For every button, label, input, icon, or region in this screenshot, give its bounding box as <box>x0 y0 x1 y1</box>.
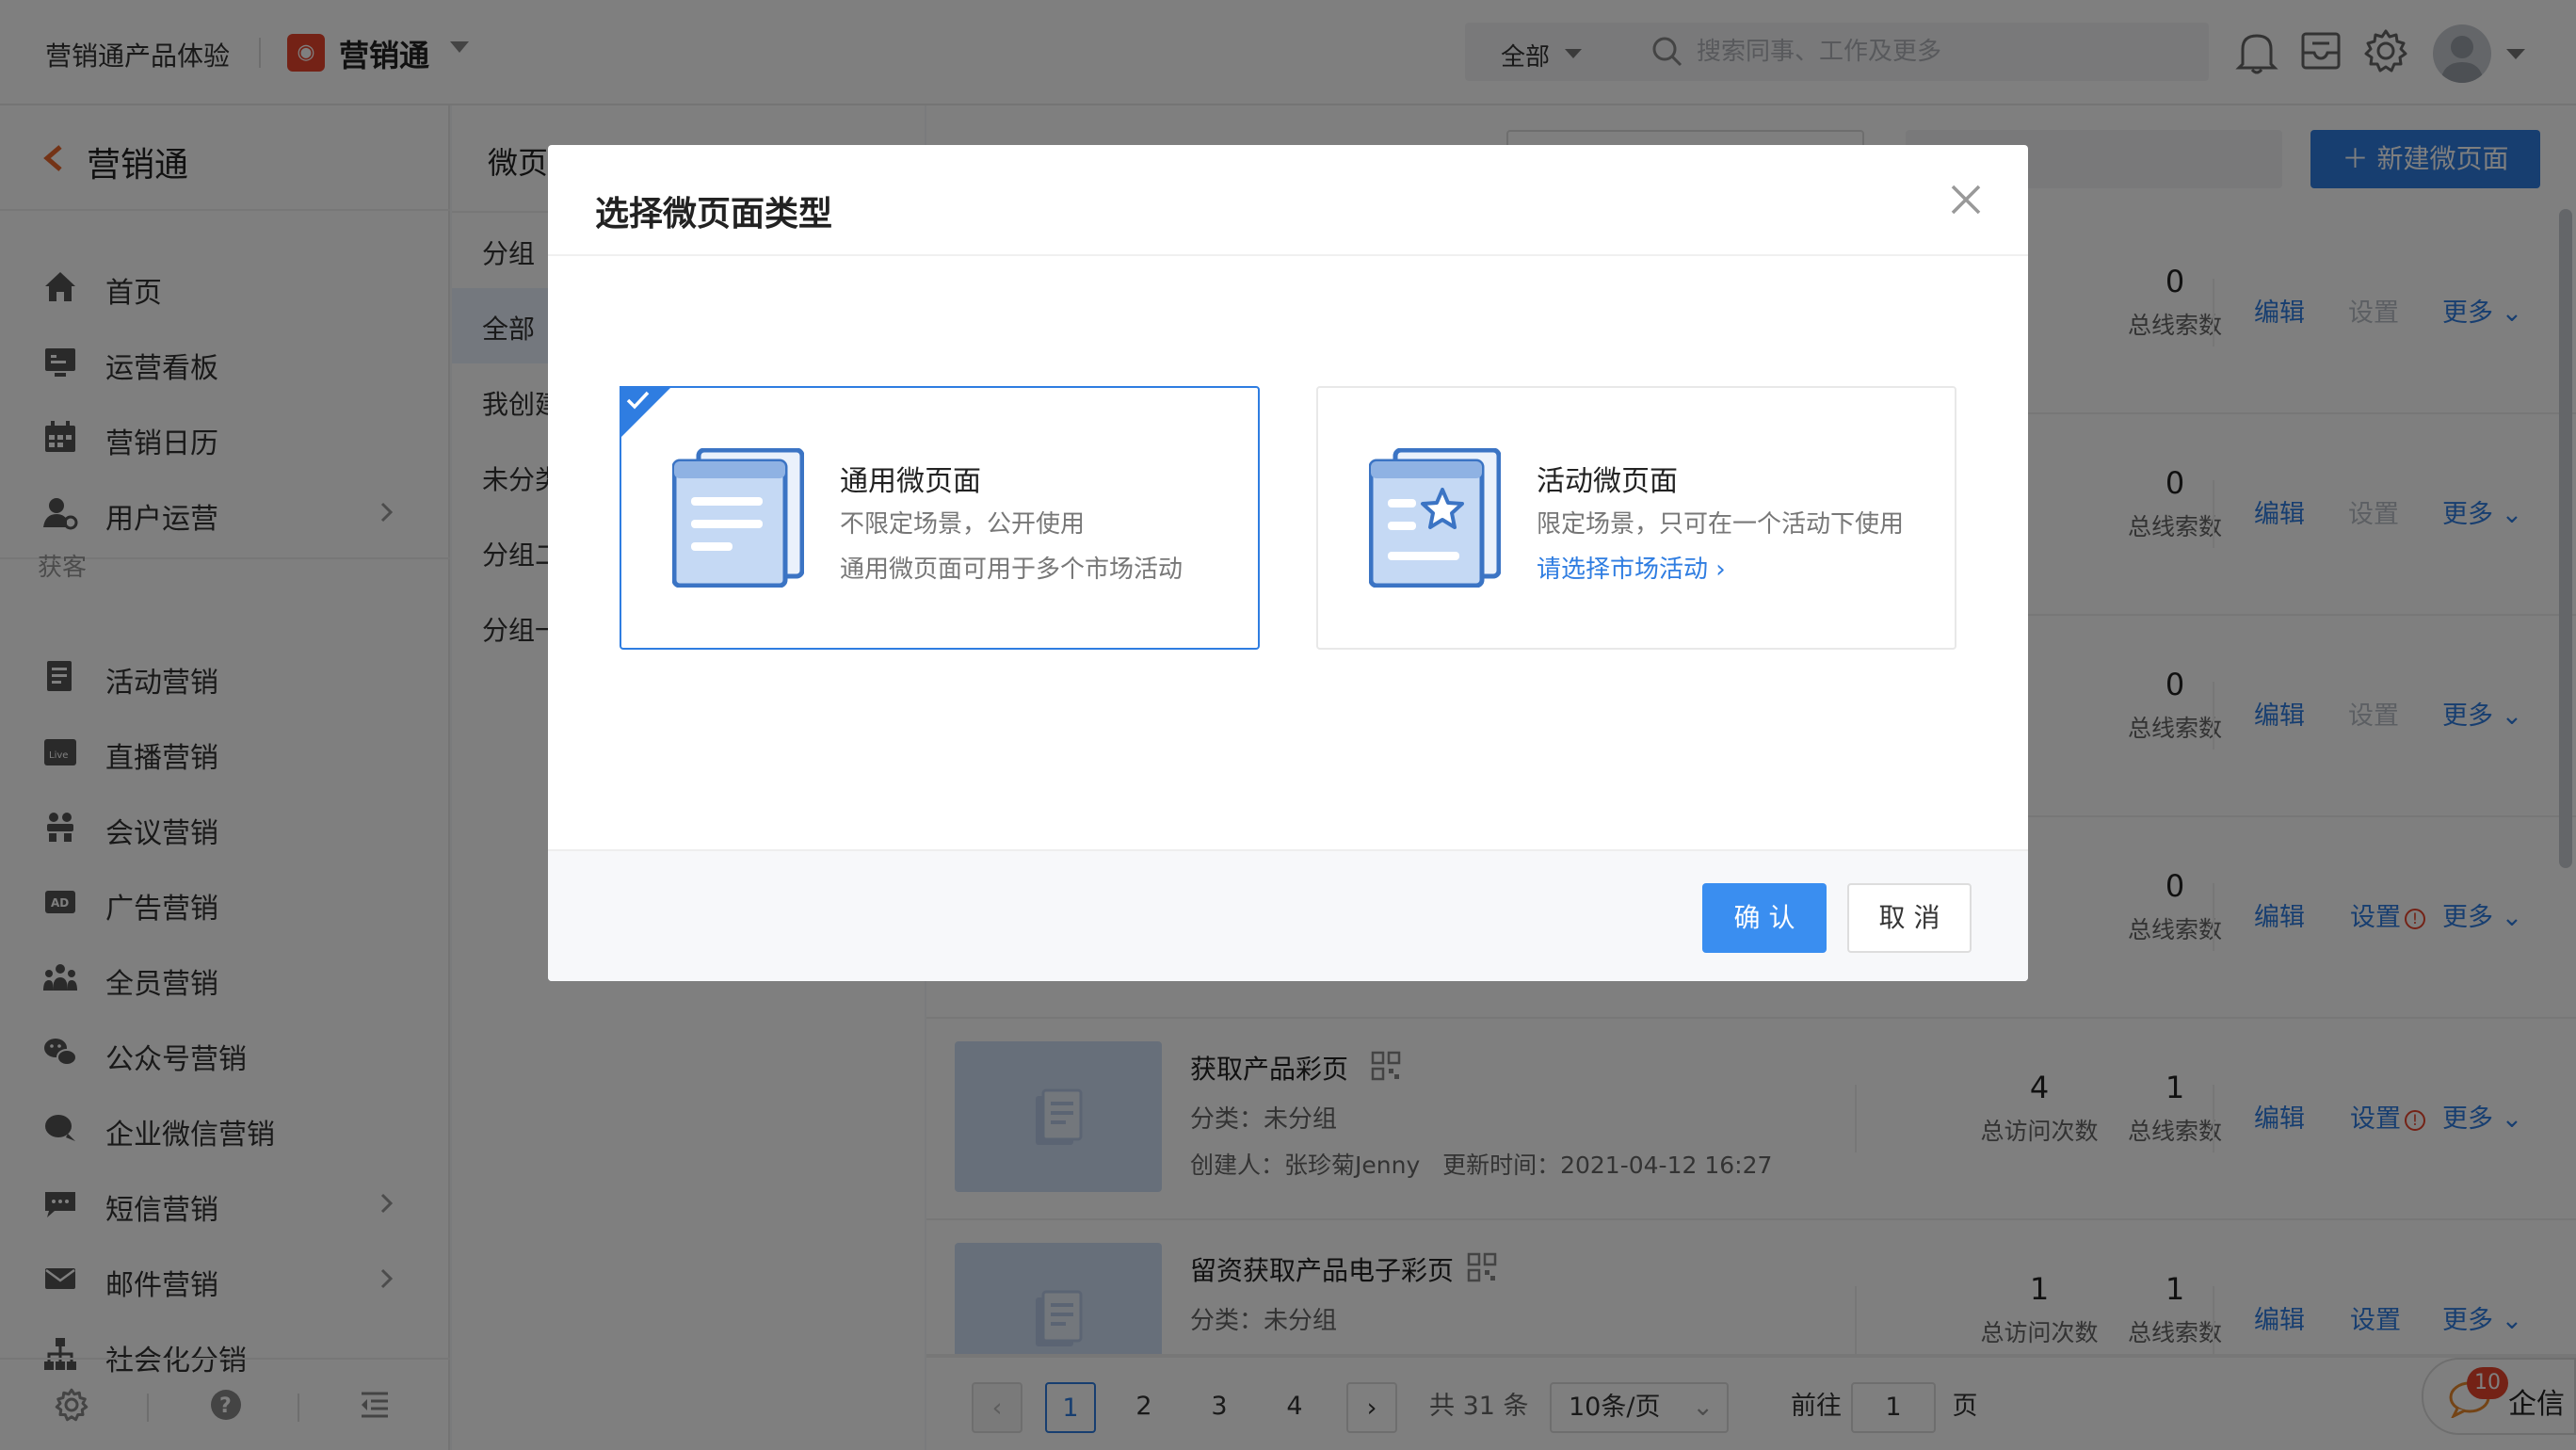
select-page-type-dialog: 选择微页面类型 通用微页面 不限定场景，公开使用 通用微页面可用于多个市场活动 … <box>548 145 2028 981</box>
activity-page-star-icon <box>1369 448 1501 588</box>
general-page-icon <box>672 448 804 588</box>
dialog-title: 选择微页面类型 <box>595 195 833 234</box>
confirm-button[interactable]: 确 认 <box>1702 883 1827 953</box>
option-desc: 通用微页面可用于多个市场活动 <box>840 556 1183 584</box>
option-title: 通用微页面 <box>840 465 981 498</box>
option-title: 活动微页面 <box>1537 465 1678 498</box>
close-icon[interactable] <box>1949 183 1983 217</box>
cancel-button[interactable]: 取 消 <box>1847 883 1972 953</box>
dialog-footer: 确 认 取 消 <box>548 849 2028 981</box>
option-desc: 不限定场景，公开使用 <box>840 510 1086 539</box>
option-general-page[interactable]: 通用微页面 不限定场景，公开使用 通用微页面可用于多个市场活动 <box>620 386 1260 650</box>
checkmark-icon <box>626 391 650 410</box>
select-campaign-link[interactable]: 请选择市场活动 › <box>1537 550 1726 585</box>
dialog-header-divider <box>548 254 2028 256</box>
option-desc: 限定场景，只可在一个活动下使用 <box>1537 510 1905 539</box>
option-activity-page[interactable]: 活动微页面 限定场景，只可在一个活动下使用 请选择市场活动 › <box>1316 386 1956 650</box>
